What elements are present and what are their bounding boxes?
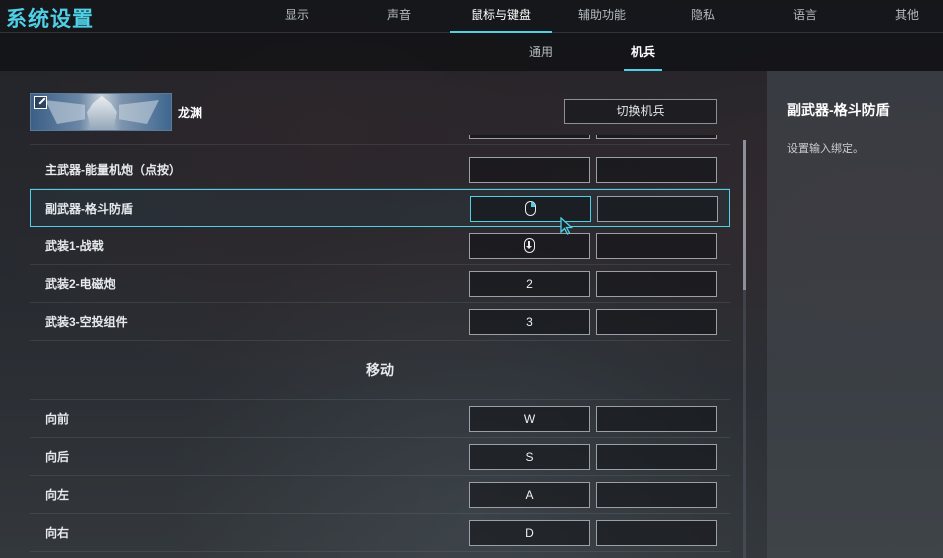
subtab-mech[interactable]: 机兵 xyxy=(624,33,662,71)
binding-label: 武装1-战戟 xyxy=(45,239,104,253)
subtab-general[interactable]: 通用 xyxy=(520,33,562,71)
tab-other[interactable]: 其他 xyxy=(882,0,932,33)
primary-key-slot[interactable]: 3 xyxy=(469,309,590,335)
mech-wing-left xyxy=(45,100,85,124)
primary-key-slot[interactable] xyxy=(469,135,590,139)
binding-row[interactable]: 向左 A xyxy=(30,476,730,514)
mech-wing-right xyxy=(119,100,159,124)
binding-row-partial[interactable] xyxy=(30,135,730,145)
binding-row[interactable]: 向前 W xyxy=(30,400,730,438)
mouse-cursor-icon xyxy=(560,217,574,235)
tab-privacy[interactable]: 隐私 xyxy=(678,0,728,33)
edit-icon[interactable] xyxy=(34,96,47,109)
top-nav-bar: 系统设置 显示 声音 鼠标与键盘 辅助功能 隐私 语言 其他 xyxy=(0,0,943,33)
binding-label: 副武器-格斗防盾 xyxy=(45,202,133,216)
primary-key-slot[interactable]: A xyxy=(469,482,590,508)
section-title-movement: 移动 xyxy=(30,342,730,400)
primary-key-slot[interactable]: D xyxy=(469,520,590,546)
mech-header: 龙渊 切换机兵 xyxy=(30,93,730,133)
binding-label: 向前 xyxy=(45,412,70,426)
secondary-key-slot[interactable] xyxy=(597,196,718,222)
switch-mech-button[interactable]: 切换机兵 xyxy=(564,99,717,124)
binding-label: 向左 xyxy=(45,488,70,502)
binding-label: 主武器-能量机炮（点按） xyxy=(45,163,181,177)
mech-name: 龙渊 xyxy=(178,106,203,120)
tab-sound[interactable]: 声音 xyxy=(374,0,424,33)
secondary-key-slot[interactable] xyxy=(596,135,717,139)
secondary-key-slot[interactable] xyxy=(596,520,717,546)
binding-row[interactable]: 武装1-战戟 xyxy=(30,227,730,265)
secondary-key-slot[interactable] xyxy=(596,406,717,432)
app-title: 系统设置 xyxy=(6,8,94,31)
tab-accessibility[interactable]: 辅助功能 xyxy=(572,0,632,33)
binding-label: 向后 xyxy=(45,450,70,464)
mouse-wheel-icon xyxy=(524,238,535,254)
secondary-key-slot[interactable] xyxy=(596,157,717,183)
binding-label: 武装2-电磁炮 xyxy=(45,277,116,291)
primary-key-slot[interactable] xyxy=(469,233,590,259)
tab-language[interactable]: 语言 xyxy=(780,0,830,33)
detail-description: 设置输入绑定。 xyxy=(787,143,864,155)
binding-label: 武装3-空投组件 xyxy=(45,315,128,329)
binding-row[interactable]: 武装3-空投组件 3 xyxy=(30,303,730,341)
mech-figure xyxy=(87,96,117,130)
primary-key-slot[interactable]: S xyxy=(469,444,590,470)
mech-thumbnail[interactable] xyxy=(30,93,172,131)
tab-mouse-keyboard[interactable]: 鼠标与键盘 xyxy=(450,0,552,33)
binding-label: 向右 xyxy=(45,526,70,540)
binding-row[interactable]: 主武器-能量机炮（点按） xyxy=(30,151,730,189)
mouse-right-click-icon xyxy=(525,201,536,217)
detail-title: 副武器-格斗防盾 xyxy=(787,102,890,118)
detail-panel: 副武器-格斗防盾 设置输入绑定。 xyxy=(767,71,943,558)
scrollbar-thumb[interactable] xyxy=(743,140,746,290)
binding-row[interactable]: 向右 D xyxy=(30,514,730,552)
binding-row-selected[interactable]: 副武器-格斗防盾 xyxy=(30,189,730,227)
secondary-key-slot[interactable] xyxy=(596,271,717,297)
secondary-key-slot[interactable] xyxy=(596,233,717,259)
secondary-key-slot[interactable] xyxy=(596,482,717,508)
primary-key-slot[interactable]: W xyxy=(469,406,590,432)
primary-key-slot[interactable]: 2 xyxy=(469,271,590,297)
bindings-list: 主武器-能量机炮（点按） 副武器-格斗防盾 武装1-战戟 武装2-电磁炮 2 武… xyxy=(30,135,730,558)
binding-row[interactable]: 向后 S xyxy=(30,438,730,476)
sub-nav-bar: 通用 机兵 xyxy=(0,33,943,71)
binding-row[interactable]: 武装2-电磁炮 2 xyxy=(30,265,730,303)
primary-key-slot[interactable] xyxy=(469,157,590,183)
secondary-key-slot[interactable] xyxy=(596,444,717,470)
secondary-key-slot[interactable] xyxy=(596,309,717,335)
tab-display[interactable]: 显示 xyxy=(272,0,322,33)
